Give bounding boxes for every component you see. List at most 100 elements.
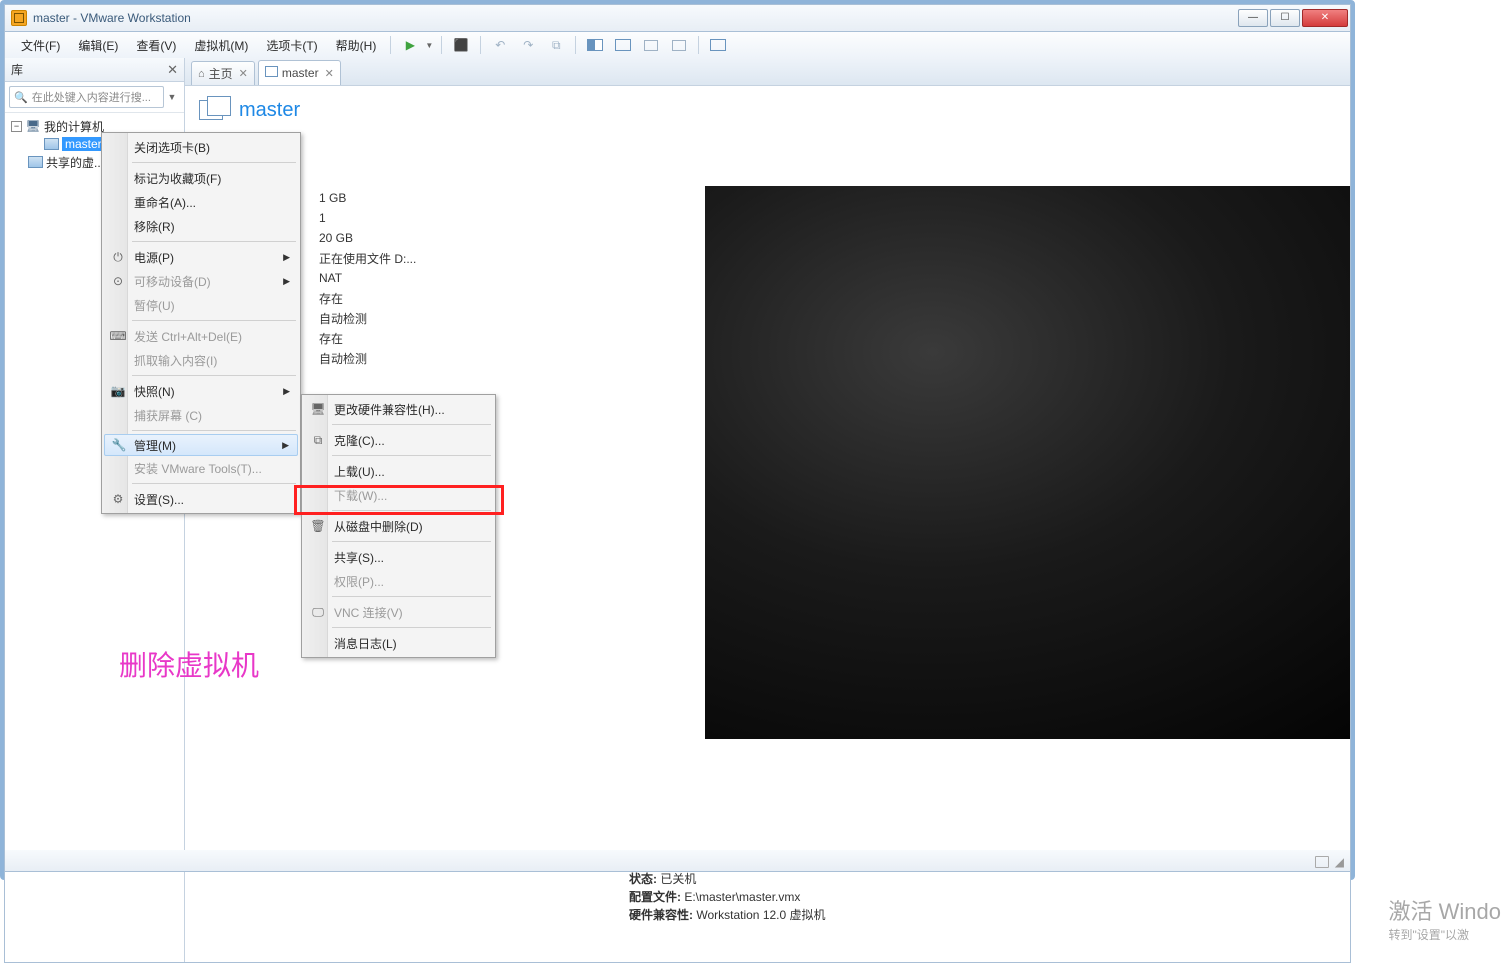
status-bar: ◢ [4, 850, 1351, 872]
cm-send-cad: ⌨发送 Ctrl+Alt+Del(E) [104, 324, 298, 348]
vm-large-icon [199, 96, 231, 124]
power-dropdown[interactable]: ▼ [425, 41, 435, 50]
separator [132, 162, 296, 163]
separator [575, 36, 576, 54]
context-submenu-manage: 🖥更改硬件兼容性(H)... ⧉克隆(C)... 上载(U)... 下载(W).… [301, 394, 496, 658]
separator [332, 424, 491, 425]
view-console-icon[interactable] [582, 34, 608, 56]
snapshot-back-icon: ↶ [487, 34, 513, 56]
menu-help[interactable]: 帮助(H) [328, 34, 385, 57]
snapshot-manager-icon: ⧉ [543, 34, 569, 56]
status-label: 状态: [629, 872, 657, 886]
cm-delete-from-disk[interactable]: 🗑从磁盘中删除(D) [304, 514, 493, 538]
windows-activation-watermark: 激活 Windo 转到"设置"以激 [1389, 894, 1501, 943]
separator [332, 541, 491, 542]
view-thumbnail-icon[interactable] [610, 34, 636, 56]
keyboard-icon: ⌨ [110, 328, 126, 344]
submenu-arrow-icon: ▶ [283, 386, 290, 397]
vm-icon [43, 137, 59, 151]
hw-value: Workstation 12.0 虚拟机 [696, 908, 825, 922]
cm-settings[interactable]: ⚙设置(S)... [104, 487, 298, 511]
tab-home[interactable]: ⌂ 主页 ✕ [191, 61, 255, 85]
sidebar-title: 库 [11, 61, 23, 78]
vnc-icon: 🖵 [310, 604, 326, 620]
submenu-arrow-icon: ▶ [283, 252, 290, 263]
separator [332, 627, 491, 628]
tree-shared-label: 共享的虚... [46, 154, 104, 171]
menu-edit[interactable]: 编辑(E) [70, 34, 126, 57]
separator [332, 510, 491, 511]
cm-power[interactable]: ⏻电源(P)▶ [104, 245, 298, 269]
cm-vnc: 🖵VNC 连接(V) [304, 600, 493, 624]
clone-icon: ⧉ [310, 432, 326, 448]
cm-rename[interactable]: 重命名(A)... [104, 190, 298, 214]
app-icon [11, 10, 27, 26]
annotation-text: 删除虚拟机 [119, 644, 259, 684]
menu-tabs[interactable]: 选项卡(T) [258, 34, 325, 57]
watermark-line1: 激活 Windo [1389, 894, 1501, 926]
window-controls: — ☐ ✕ [1238, 10, 1350, 27]
sidebar-header: 库 ✕ [5, 58, 184, 82]
vm-preview [705, 186, 1350, 739]
tab-home-label: 主页 [209, 65, 233, 82]
search-input[interactable]: 🔍 在此处键入内容进行搜... [9, 86, 164, 108]
collapse-icon[interactable]: − [11, 121, 22, 132]
cm-close-tab[interactable]: 关闭选项卡(B) [104, 135, 298, 159]
context-menu-vm: 关闭选项卡(B) 标记为收藏项(F) 重命名(A)... 移除(R) ⏻电源(P… [101, 132, 301, 514]
fullscreen-icon[interactable] [638, 34, 664, 56]
maximize-button[interactable]: ☐ [1270, 9, 1300, 27]
close-button[interactable]: ✕ [1302, 9, 1348, 27]
separator [132, 430, 296, 431]
cm-removable-devices: ⊙可移动设备(D)▶ [104, 269, 298, 293]
cm-share[interactable]: 共享(S)... [304, 545, 493, 569]
info-disk: 20 GB [319, 231, 353, 245]
wrench-icon: 🔧 [111, 437, 127, 453]
library-icon[interactable] [705, 34, 731, 56]
menu-view[interactable]: 查看(V) [128, 34, 184, 57]
cm-message-log[interactable]: 消息日志(L) [304, 631, 493, 655]
cm-permissions: 权限(P)... [304, 569, 493, 593]
window-title: master - VMware Workstation [33, 11, 191, 25]
info-auto1: 自动检测 [319, 310, 367, 327]
separator [332, 455, 491, 456]
tab-close-icon[interactable]: ✕ [239, 67, 248, 80]
cm-snapshot[interactable]: 📷快照(N)▶ [104, 379, 298, 403]
cm-manage[interactable]: 🔧管理(M)▶ [104, 434, 298, 456]
tab-close-icon[interactable]: ✕ [325, 67, 334, 80]
cm-download: 下载(W)... [304, 483, 493, 507]
cm-grab-input: 抓取输入内容(I) [104, 348, 298, 372]
cm-mark-favorite[interactable]: 标记为收藏项(F) [104, 166, 298, 190]
search-dropdown-icon[interactable]: ▼ [164, 92, 180, 102]
cm-upload[interactable]: 上载(U)... [304, 459, 493, 483]
tab-master[interactable]: master ✕ [258, 60, 341, 85]
tree-root-label: 我的计算机 [44, 118, 104, 135]
separator [132, 375, 296, 376]
tray-icon [1315, 856, 1329, 868]
power-icon: ⏻ [110, 249, 126, 265]
cm-clone[interactable]: ⧉克隆(C)... [304, 428, 493, 452]
separator [332, 596, 491, 597]
cm-remove[interactable]: 移除(R) [104, 214, 298, 238]
sidebar-close-icon[interactable]: ✕ [167, 62, 178, 78]
menu-vm[interactable]: 虚拟机(M) [186, 34, 256, 57]
unity-icon [666, 34, 692, 56]
minimize-button[interactable]: — [1238, 9, 1268, 27]
vm-header: master [199, 96, 1336, 124]
computer-icon: 🖥 [25, 119, 41, 133]
cm-change-hw[interactable]: 🖥更改硬件兼容性(H)... [304, 397, 493, 421]
tab-master-label: master [282, 66, 319, 80]
info-exists1: 存在 [319, 290, 343, 307]
info-memory: 1 GB [319, 191, 346, 205]
shared-icon [27, 155, 43, 169]
search-icon: 🔍 [14, 91, 28, 104]
snapshot-icon: 📷 [110, 383, 126, 399]
menu-file[interactable]: 文件(F) [13, 34, 68, 57]
gear-icon: ⚙ [110, 491, 126, 507]
menu-bar: 文件(F) 编辑(E) 查看(V) 虚拟机(M) 选项卡(T) 帮助(H) ▶ … [4, 32, 1351, 58]
usb-icon: ⊙ [110, 273, 126, 289]
submenu-arrow-icon: ▶ [282, 440, 289, 451]
cm-pause: 暂停(U) [104, 293, 298, 317]
hw-label: 硬件兼容性: [629, 908, 693, 922]
power-on-button[interactable]: ▶ [397, 34, 423, 56]
resize-grip-icon[interactable]: ◢ [1335, 855, 1344, 869]
